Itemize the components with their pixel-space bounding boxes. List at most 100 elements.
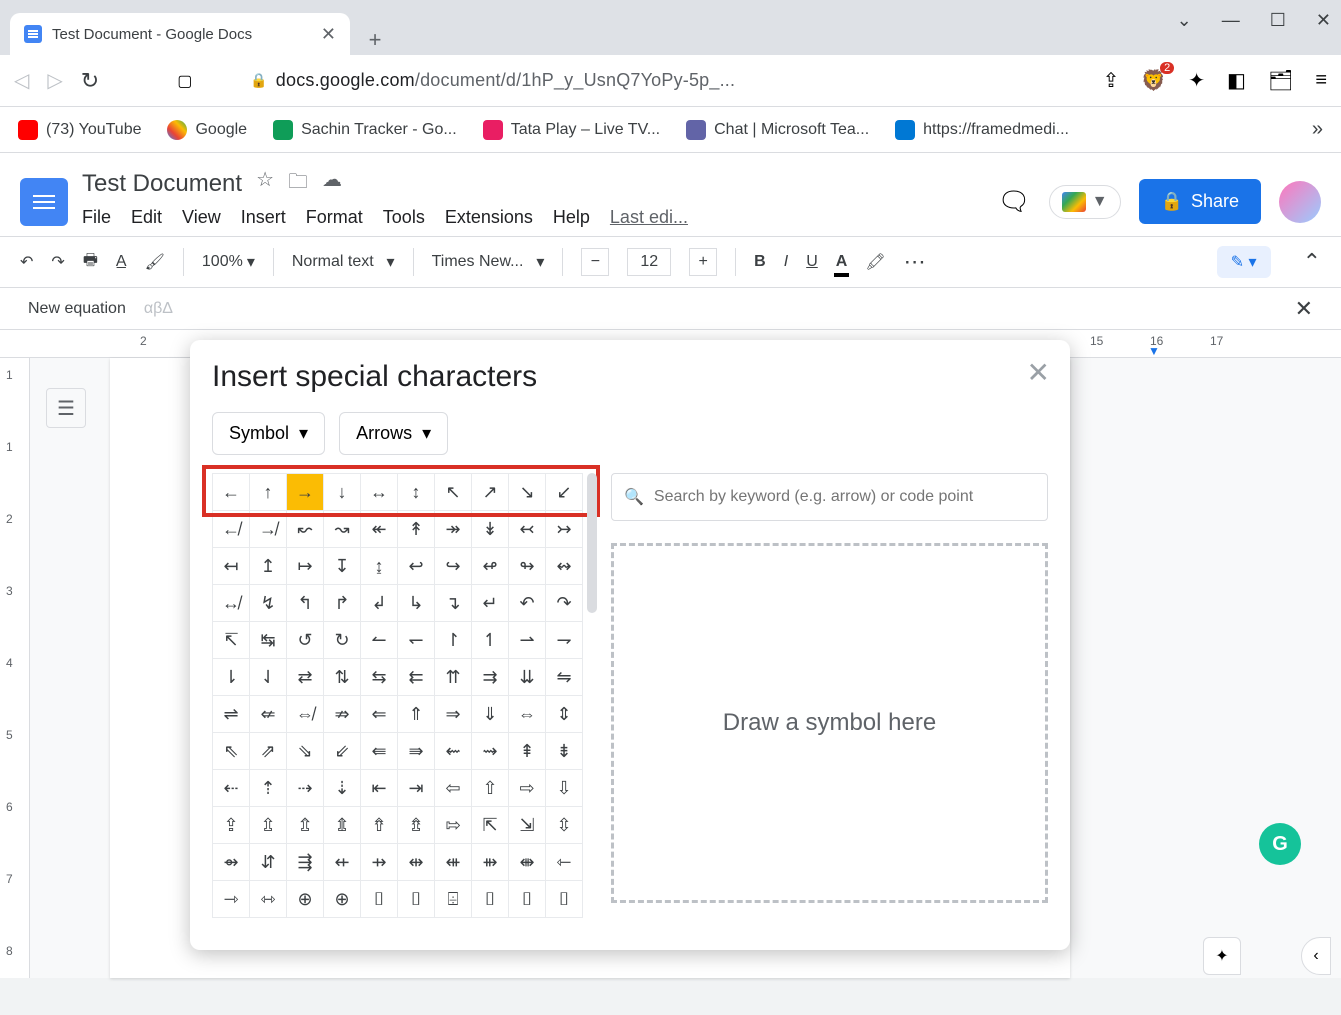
menu-insert[interactable]: Insert: [241, 207, 286, 228]
char-cell[interactable]: ⇔: [509, 696, 546, 733]
char-cell[interactable]: ⇖: [213, 733, 250, 770]
char-cell[interactable]: ⇴: [213, 844, 250, 881]
char-cell[interactable]: ⇎: [287, 696, 324, 733]
char-cell[interactable]: ↥: [250, 548, 287, 585]
char-cell[interactable]: ⇍: [250, 696, 287, 733]
char-cell[interactable]: ↕: [398, 474, 435, 511]
address-bar[interactable]: 🔒 docs.google.com/document/d/1hP_y_UsnQ7…: [210, 70, 1084, 91]
char-cell[interactable]: ↸: [213, 622, 250, 659]
grid-scrollbar[interactable]: [587, 473, 597, 613]
bookmark-tata[interactable]: Tata Play – Live TV...: [483, 120, 660, 140]
char-cell[interactable]: ↦: [287, 548, 324, 585]
char-cell[interactable]: ⇹: [398, 844, 435, 881]
menu-edit[interactable]: Edit: [131, 207, 162, 228]
bookmark-youtube[interactable]: (73) YouTube: [18, 120, 141, 140]
char-cell[interactable]: ↭: [546, 548, 583, 585]
underline-icon[interactable]: U: [806, 253, 818, 271]
char-cell[interactable]: ⇟: [546, 733, 583, 770]
side-panel-toggle-icon[interactable]: ‹: [1301, 937, 1331, 975]
char-cell[interactable]: ⇿: [250, 881, 287, 918]
char-cell[interactable]: ⇆: [361, 659, 398, 696]
bookmark-teams[interactable]: Chat | Microsoft Tea...: [686, 120, 869, 140]
share-button[interactable]: 🔒Share: [1139, 179, 1261, 224]
char-cell[interactable]: ↬: [509, 548, 546, 585]
highlight-icon[interactable]: 🖍: [865, 252, 885, 272]
char-cell[interactable]: ⇊: [509, 659, 546, 696]
draw-symbol-canvas[interactable]: Draw a symbol here: [611, 543, 1048, 903]
print-icon[interactable]: 🖶: [83, 249, 98, 276]
new-tab-button[interactable]: +: [360, 25, 390, 55]
char-cell[interactable]: ↪: [435, 548, 472, 585]
zoom-select[interactable]: 100% ▾: [202, 252, 255, 272]
char-cell[interactable]: ⇯: [398, 807, 435, 844]
paragraph-style-select[interactable]: Normal text ▾: [292, 252, 395, 272]
char-cell[interactable]: ↨: [361, 548, 398, 585]
vertical-ruler[interactable]: 112345678: [0, 358, 30, 978]
close-equation-bar-icon[interactable]: ✕: [1295, 296, 1313, 322]
char-cell[interactable]: ↾: [435, 622, 472, 659]
back-icon[interactable]: ◁: [14, 68, 29, 93]
char-cell[interactable]: ↜: [287, 511, 324, 548]
char-cell[interactable]: ⇲: [509, 807, 546, 844]
bookmark-google[interactable]: Google: [167, 120, 247, 140]
menu-help[interactable]: Help: [553, 207, 590, 228]
char-cell[interactable]: ⇅: [324, 659, 361, 696]
char-cell[interactable]: ⇭: [324, 807, 361, 844]
font-select[interactable]: Times New... ▾: [432, 252, 545, 272]
char-cell[interactable]: ⇤: [361, 770, 398, 807]
outline-toggle-icon[interactable]: ☰: [46, 388, 86, 428]
char-cell[interactable]: ⇽: [546, 844, 583, 881]
extensions-icon[interactable]: ✦: [1188, 68, 1205, 93]
bookmark-tracker[interactable]: Sachin Tracker - Go...: [273, 120, 457, 140]
char-cell[interactable]: ⇪: [213, 807, 250, 844]
bookmark-page-icon[interactable]: ▢: [177, 71, 192, 91]
char-cell[interactable]: ↝: [324, 511, 361, 548]
chevron-down-icon[interactable]: ⌄: [1177, 10, 1192, 31]
undo-icon[interactable]: ↶: [20, 252, 33, 272]
char-cell[interactable]: ↷: [546, 585, 583, 622]
char-cell[interactable]: ⇏: [324, 696, 361, 733]
char-cell[interactable]: ↠: [435, 511, 472, 548]
char-cell[interactable]: ⌷: [546, 881, 583, 918]
char-cell[interactable]: ↼: [361, 622, 398, 659]
char-cell[interactable]: ↗: [472, 474, 509, 511]
docs-logo-icon[interactable]: [20, 178, 68, 226]
char-cell[interactable]: ↺: [287, 622, 324, 659]
ruler-marker-icon[interactable]: ▼: [1148, 344, 1160, 358]
menu-tools[interactable]: Tools: [383, 207, 425, 228]
char-cell[interactable]: ⇕: [546, 696, 583, 733]
char-cell[interactable]: ⇌: [213, 696, 250, 733]
minimize-icon[interactable]: —: [1222, 10, 1240, 31]
char-cell[interactable]: ⇃: [250, 659, 287, 696]
char-cell[interactable]: ↢: [509, 511, 546, 548]
char-cell[interactable]: ⌷: [472, 881, 509, 918]
char-cell[interactable]: ⇛: [398, 733, 435, 770]
character-search-input[interactable]: 🔍: [611, 473, 1048, 521]
forward-icon[interactable]: ▷: [47, 68, 62, 93]
char-cell[interactable]: ⇱: [472, 807, 509, 844]
star-icon[interactable]: ☆: [256, 167, 274, 201]
decrease-font-icon[interactable]: −: [581, 248, 609, 276]
char-cell[interactable]: ⇄: [287, 659, 324, 696]
char-cell[interactable]: ↛: [250, 511, 287, 548]
char-cell[interactable]: ⇚: [361, 733, 398, 770]
bold-icon[interactable]: B: [754, 253, 766, 271]
subcategory-dropdown[interactable]: Arrows▾: [339, 412, 448, 455]
char-cell[interactable]: ↓: [324, 474, 361, 511]
char-cell[interactable]: ⇷: [324, 844, 361, 881]
char-cell[interactable]: ⇋: [546, 659, 583, 696]
char-cell[interactable]: ⇰: [435, 807, 472, 844]
maximize-icon[interactable]: ☐: [1270, 10, 1286, 31]
char-cell[interactable]: ⇠: [213, 770, 250, 807]
toolbar-more-icon[interactable]: ⋯: [904, 249, 926, 275]
italic-icon[interactable]: I: [784, 253, 788, 271]
char-cell[interactable]: ↿: [472, 622, 509, 659]
meet-button[interactable]: ▼: [1049, 185, 1121, 219]
char-cell[interactable]: ⇐: [361, 696, 398, 733]
char-cell[interactable]: ↑: [250, 474, 287, 511]
char-cell[interactable]: ⌷: [509, 881, 546, 918]
char-cell[interactable]: ⇮: [361, 807, 398, 844]
char-cell[interactable]: ⇝: [472, 733, 509, 770]
char-cell[interactable]: ⇜: [435, 733, 472, 770]
browser-tab[interactable]: Test Document - Google Docs ✕: [10, 13, 350, 55]
